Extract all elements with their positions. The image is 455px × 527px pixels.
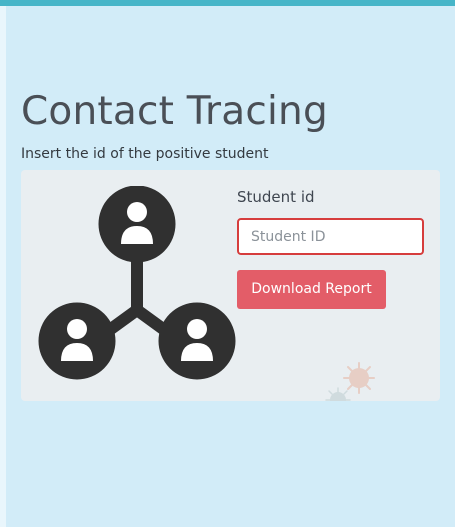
download-report-button[interactable]: Download Report bbox=[237, 270, 386, 309]
left-edge-strip bbox=[0, 6, 6, 527]
student-id-input[interactable] bbox=[237, 218, 424, 255]
contact-tracing-card: Student id Download Report bbox=[21, 170, 440, 401]
virus-icon bbox=[325, 362, 375, 401]
top-accent-bar bbox=[0, 0, 455, 6]
instruction-text: Insert the id of the positive student bbox=[21, 146, 269, 162]
student-id-label: Student id bbox=[237, 188, 315, 206]
contact-network-icon bbox=[38, 186, 236, 380]
page-title: Contact Tracing bbox=[21, 89, 328, 134]
